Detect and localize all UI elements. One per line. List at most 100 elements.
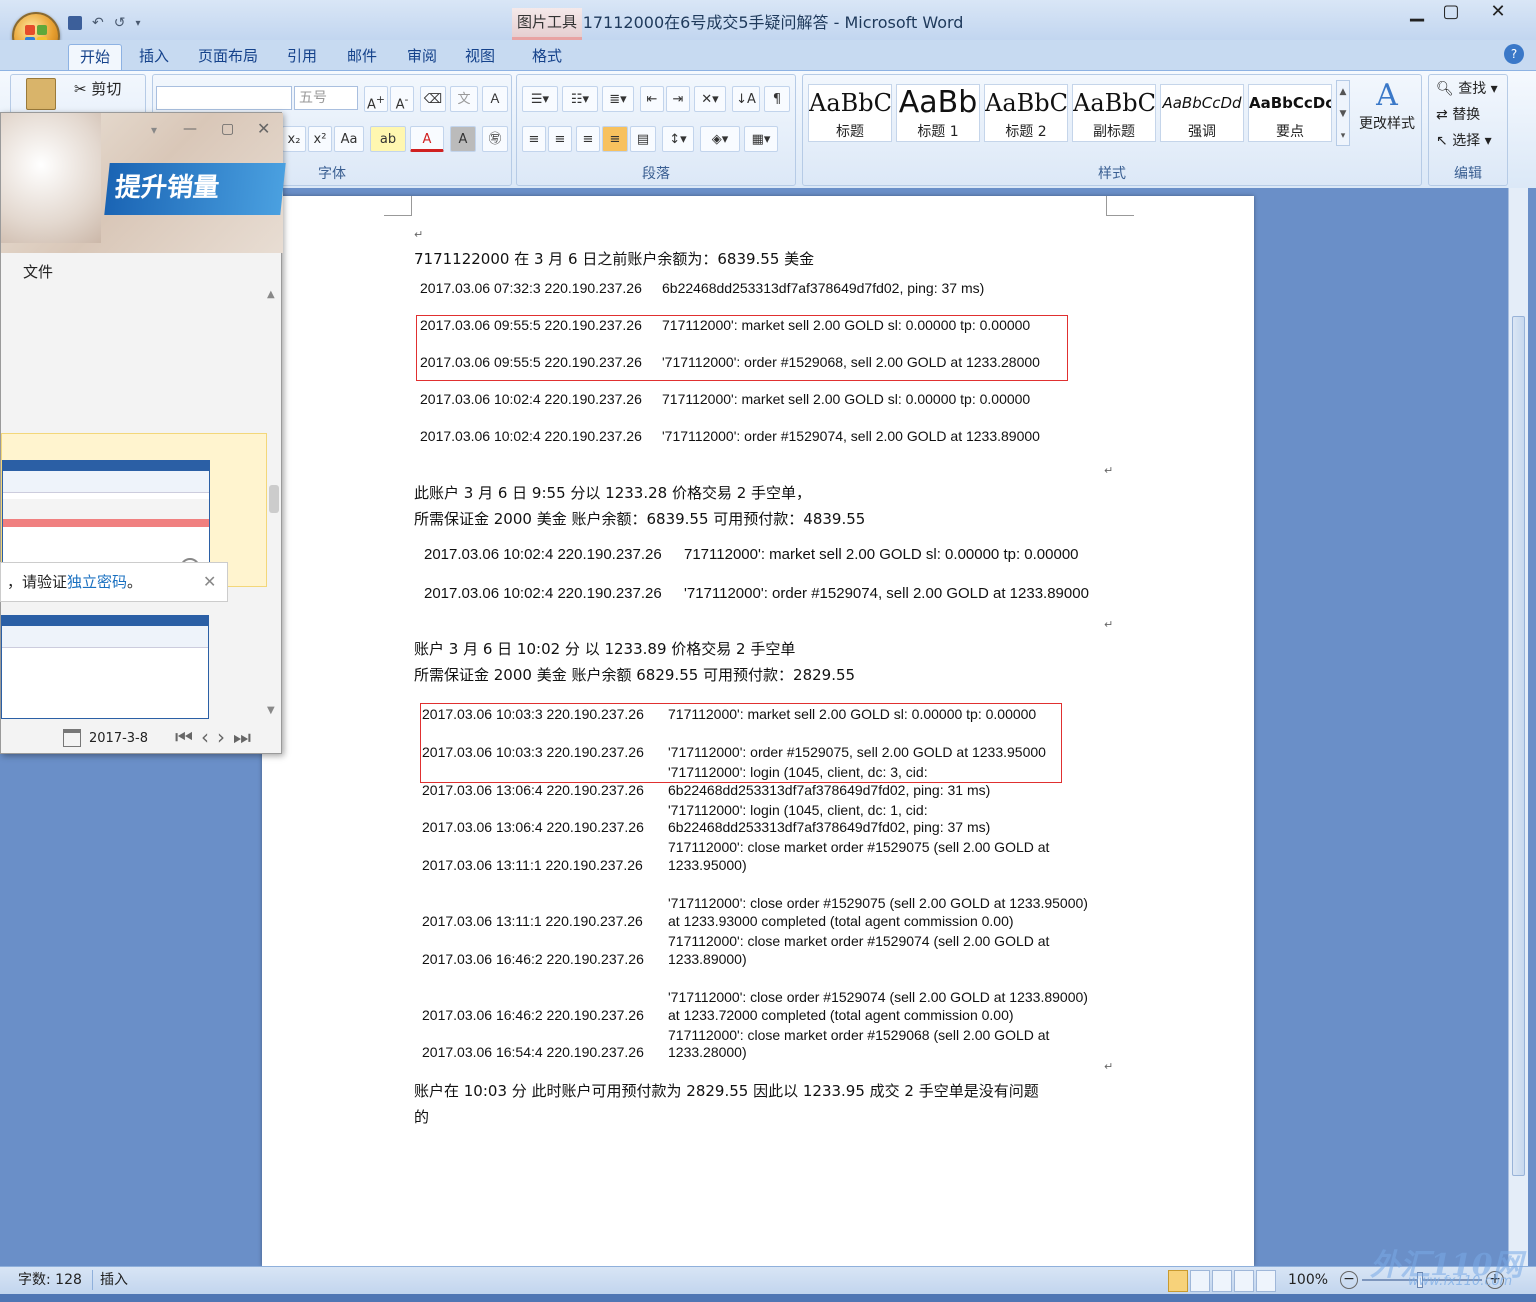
save-icon[interactable] <box>68 16 82 30</box>
scroll-down-icon[interactable]: ▼ <box>267 705 275 716</box>
word-count[interactable]: 字数: 128 <box>18 1266 82 1294</box>
subscript-button[interactable]: x₂ <box>282 126 306 152</box>
chinese-layout-icon[interactable]: ✕▾ <box>694 86 726 112</box>
web-layout-icon[interactable] <box>1212 1270 1232 1292</box>
font-name-dropdown[interactable] <box>156 86 292 110</box>
undo-icon[interactable]: ↶ <box>92 15 104 31</box>
popup-maximize-button[interactable]: ▢ <box>221 121 234 137</box>
select-button[interactable]: ↖ 选择 ▾ <box>1436 130 1492 150</box>
find-button[interactable]: 🔍︎ 查找 ▾ <box>1436 78 1498 98</box>
popup-scroll-thumb[interactable] <box>269 485 279 513</box>
align-center-icon[interactable]: ≡ <box>548 126 572 152</box>
tab-insert[interactable]: 插入 <box>128 44 180 70</box>
replace-button[interactable]: ⇄ 替换 <box>1436 104 1480 124</box>
style-heading2[interactable]: AaBbC 标题 2 <box>984 84 1068 142</box>
log-message: 717112000': close market order #1529075 … <box>668 839 1050 855</box>
font-color-button[interactable]: A <box>410 126 444 152</box>
distributed-icon[interactable]: ▤ <box>630 126 656 152</box>
log-message: 717112000': market sell 2.00 GOLD sl: 0.… <box>684 546 1079 563</box>
attachment-thumbnail[interactable] <box>1 615 209 719</box>
tab-format[interactable]: 格式 <box>520 44 574 70</box>
zoom-out-icon[interactable]: − <box>1340 1271 1358 1289</box>
decrease-indent-icon[interactable]: ⇤ <box>640 86 664 112</box>
calendar-icon[interactable] <box>63 729 81 747</box>
increase-indent-icon[interactable]: ⇥ <box>666 86 690 112</box>
show-marks-icon[interactable]: ¶ <box>764 86 790 112</box>
tab-references[interactable]: 引用 <box>276 44 328 70</box>
log-time: 2017.03.06 13:06:4 220.190.237.26 <box>422 782 644 798</box>
change-styles-label: 更改样式 <box>1359 116 1415 132</box>
bullets-icon[interactable]: ☰▾ <box>522 86 558 112</box>
log-time: 2017.03.06 16:46:2 220.190.237.26 <box>422 951 644 967</box>
change-case-button[interactable]: Aa <box>334 126 364 152</box>
shrink-font-button[interactable]: A- <box>390 86 414 112</box>
overlay-popup-window[interactable]: ▾ — ▢ ✕ 提升销量 文件 ▲ + ▼ 2017-3-8 ⏮‹›⏭ <box>0 112 286 754</box>
log-message: 1233.89000) <box>668 951 747 967</box>
tab-page-layout[interactable]: 页面布局 <box>188 44 268 70</box>
log-message: '717112000': login (1045, client, dc: 1,… <box>668 802 928 818</box>
tab-review[interactable]: 审阅 <box>396 44 448 70</box>
styles-scroll-icon[interactable]: ▲ ▼ ▾ <box>1336 80 1350 146</box>
log-message: 6b22468dd253313df7af378649d7fd02, ping: … <box>662 280 985 296</box>
superscript-button[interactable]: x² <box>308 126 332 152</box>
draft-view-icon[interactable] <box>1256 1270 1276 1292</box>
popup-minimize-button[interactable]: — <box>183 121 197 137</box>
independent-password-link[interactable]: 独立密码 <box>67 573 127 591</box>
grow-font-button[interactable]: A+ <box>364 86 388 112</box>
phonetic-guide-button[interactable]: 文 <box>450 86 478 112</box>
popup-close-button[interactable]: ✕ <box>257 119 270 138</box>
tab-home[interactable]: 开始 <box>68 44 122 70</box>
zoom-level[interactable]: 100% <box>1288 1266 1328 1294</box>
align-left-icon[interactable]: ≡ <box>522 126 546 152</box>
doc-paragraph: 所需保证金 2000 美金 账户余额 6829.55 可用预付款：2829.55 <box>414 666 856 684</box>
outline-view-icon[interactable] <box>1234 1270 1254 1292</box>
full-screen-reading-icon[interactable] <box>1190 1270 1210 1292</box>
tab-mailings[interactable]: 邮件 <box>336 44 388 70</box>
scroll-up-icon[interactable]: ▲ <box>267 289 275 300</box>
scrollbar-thumb[interactable] <box>1512 316 1525 1176</box>
style-subtitle[interactable]: AaBbC 副标题 <box>1072 84 1156 142</box>
popup-dropdown-icon[interactable]: ▾ <box>151 123 157 137</box>
close-button[interactable]: ✕ <box>1480 0 1516 26</box>
align-right-icon[interactable]: ≡ <box>576 126 600 152</box>
maximize-button[interactable]: ▢ <box>1434 0 1468 26</box>
style-title[interactable]: AaBbC 标题 <box>808 84 892 142</box>
justify-icon[interactable]: ≡ <box>602 126 628 152</box>
shading-icon[interactable]: ◈▾ <box>700 126 740 152</box>
log-time: 2017.03.06 09:55:5 220.190.237.26 <box>420 317 642 333</box>
notice-close-icon[interactable]: ✕ <box>203 563 216 601</box>
help-icon[interactable]: ? <box>1504 44 1524 64</box>
password-notice[interactable]: ，请验证独立密码。 ✕ <box>0 562 228 602</box>
style-emphasis[interactable]: AaBbCcDd 强调 <box>1160 84 1244 142</box>
print-layout-icon[interactable] <box>1168 1270 1188 1292</box>
clear-format-button[interactable]: ⌫ <box>420 86 446 112</box>
vertical-scrollbar[interactable] <box>1508 188 1528 1266</box>
paste-icon[interactable] <box>26 78 56 110</box>
tab-view[interactable]: 视图 <box>454 44 506 70</box>
doc-paragraph: 的 <box>414 1108 430 1126</box>
char-shading-button[interactable]: A <box>450 126 476 152</box>
redo-icon[interactable]: ↺ <box>114 15 126 31</box>
promo-banner[interactable]: 提升销量 <box>104 163 286 215</box>
numbering-icon[interactable]: ☷▾ <box>562 86 598 112</box>
char-border-button[interactable]: Ａ <box>482 86 508 112</box>
multilevel-list-icon[interactable]: ≣▾ <box>602 86 634 112</box>
pager-controls[interactable]: ⏮‹›⏭ <box>175 725 259 749</box>
minimize-button[interactable]: ▁ <box>1400 0 1434 26</box>
sort-icon[interactable]: ↓A <box>732 86 760 112</box>
style-strong[interactable]: AaBbCcDc 要点 <box>1248 84 1332 142</box>
log-message: 1233.95000) <box>668 857 747 873</box>
insert-mode[interactable]: 插入 <box>100 1266 128 1294</box>
change-styles-button[interactable]: A 更改样式 <box>1356 78 1418 158</box>
window-title: 717112000在6号成交5手疑问解答 - Microsoft Word <box>572 13 964 32</box>
enclose-char-button[interactable]: ㊢ <box>482 126 508 152</box>
line-spacing-icon[interactable]: ↕▾ <box>662 126 694 152</box>
style-name: 副标题 <box>1093 124 1135 140</box>
font-size-dropdown[interactable]: 五号 <box>294 86 358 110</box>
cut-button[interactable]: ✂ 剪切 <box>74 78 121 99</box>
customize-qat-icon[interactable]: ▾ <box>135 18 140 29</box>
highlight-button[interactable]: ab <box>370 126 406 152</box>
popup-file-label[interactable]: 文件 <box>23 261 53 282</box>
borders-icon[interactable]: ▦▾ <box>744 126 778 152</box>
style-heading1[interactable]: AaBb 标题 1 <box>896 84 980 142</box>
